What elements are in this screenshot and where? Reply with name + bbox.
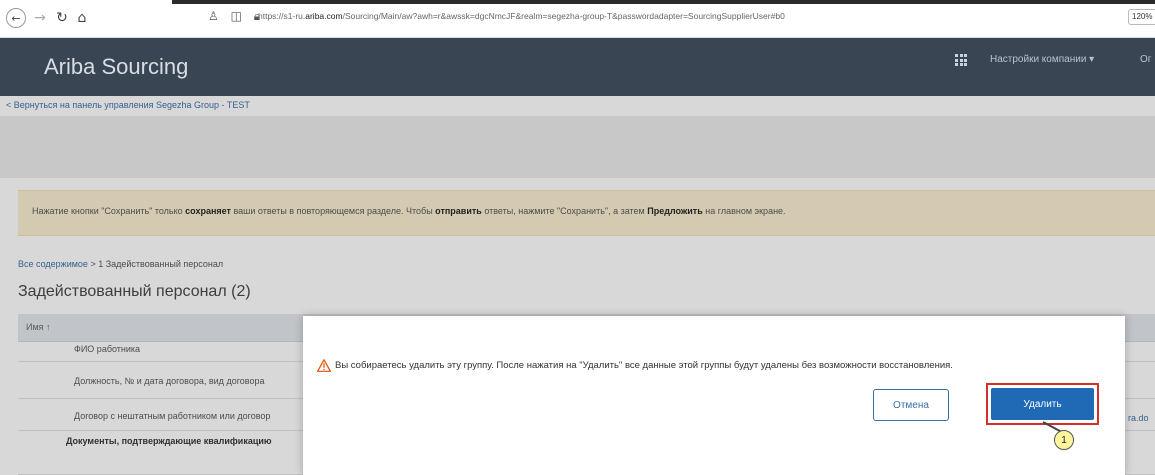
back-arrow-icon[interactable]: ←: [6, 8, 26, 28]
dialog-message-text: Вы собираетесь удалить эту группу. После…: [335, 360, 953, 371]
app-grid-icon[interactable]: [955, 54, 967, 66]
header-extra-menu[interactable]: Ог: [1140, 54, 1151, 65]
delete-confirm-dialog: Вы собираетесь удалить эту группу. После…: [303, 316, 1125, 475]
browser-toolbar: ← → ↻ ⌂ ♙ ◫ 🔒︎ https://s1-ru.ariba.com/S…: [0, 0, 1155, 38]
home-icon[interactable]: ⌂: [72, 8, 92, 28]
warning-icon: [317, 359, 331, 372]
step-callout-marker: 1: [1054, 430, 1074, 450]
delete-button[interactable]: Удалить: [991, 388, 1094, 420]
dialog-message: Вы собираетесь удалить эту группу. После…: [317, 359, 953, 372]
url-domain: ariba.com: [305, 11, 343, 21]
shield-icon[interactable]: ◫: [231, 9, 242, 23]
cancel-button[interactable]: Отмена: [873, 389, 949, 421]
url-prefix: https://s1-ru.: [258, 11, 306, 21]
app-header: Ariba Sourcing Настройки компании ▾ Ог: [0, 38, 1155, 96]
company-settings-menu[interactable]: Настройки компании ▾: [990, 54, 1094, 65]
delete-button-highlight: Удалить: [986, 383, 1099, 425]
url-bar[interactable]: https://s1-ru.ariba.com/Sourcing/Main/aw…: [258, 11, 785, 21]
zoom-level[interactable]: 120%: [1128, 9, 1155, 25]
app-title: Ariba Sourcing: [44, 54, 189, 79]
site-info-icon[interactable]: ♙: [208, 9, 219, 23]
url-path: /Sourcing/Main/aw?awh=r&awssk=dgcNmcJF&r…: [342, 11, 785, 21]
browser-accent-bar: [172, 0, 1155, 4]
forward-arrow-icon[interactable]: →: [30, 8, 50, 28]
reload-icon[interactable]: ↻: [52, 8, 72, 28]
